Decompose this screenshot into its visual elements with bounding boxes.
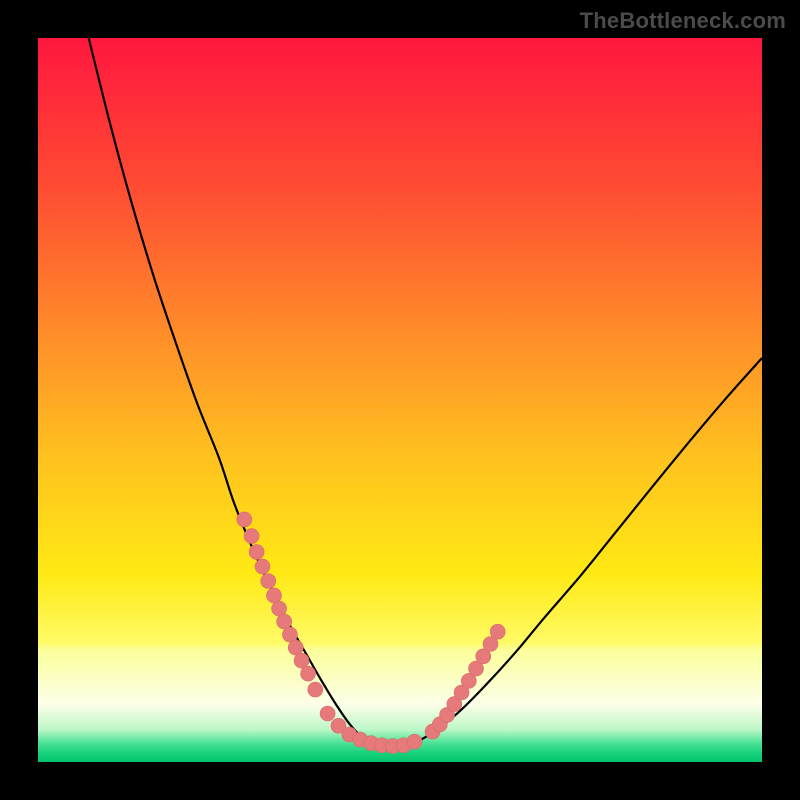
watermark-text: TheBottleneck.com bbox=[580, 8, 786, 34]
bottleneck-chart bbox=[38, 38, 762, 762]
data-marker bbox=[277, 614, 292, 629]
gradient-background bbox=[38, 38, 762, 762]
data-marker bbox=[320, 706, 335, 721]
data-marker bbox=[301, 666, 316, 681]
data-marker bbox=[261, 574, 276, 589]
outer-frame: TheBottleneck.com bbox=[0, 0, 800, 800]
plot-area bbox=[38, 38, 762, 762]
data-marker bbox=[255, 559, 270, 574]
data-marker bbox=[308, 682, 323, 697]
data-marker bbox=[294, 653, 309, 668]
data-marker bbox=[244, 529, 259, 544]
data-marker bbox=[407, 734, 422, 749]
data-marker bbox=[249, 545, 264, 560]
data-marker bbox=[490, 624, 505, 639]
data-marker bbox=[237, 512, 252, 527]
